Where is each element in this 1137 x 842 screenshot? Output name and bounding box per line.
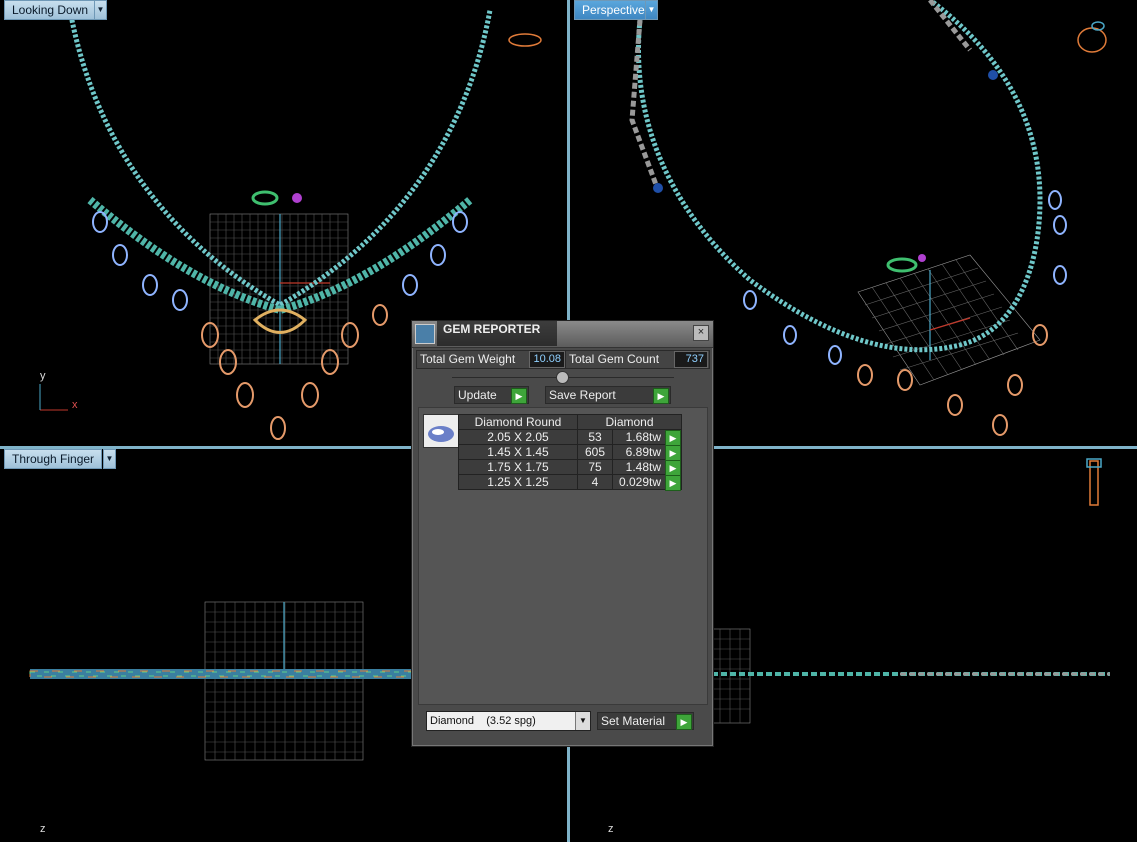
total-gem-weight-label: Total Gem Weight (420, 352, 516, 366)
material-select[interactable]: Diamond (3.52 spg) ▼ (426, 711, 591, 731)
gem-table: Diamond Round Diamond 2.05 X 2.05 53 1.6… (458, 414, 682, 491)
close-icon[interactable]: × (693, 325, 709, 341)
axis-z-label: z (608, 823, 614, 835)
gem-count: 605 (577, 444, 613, 460)
chevron-down-icon[interactable]: ▼ (94, 0, 107, 20)
save-report-button[interactable]: Save Report ▶ (545, 386, 671, 404)
gem-weight-cell: 1.68tw ▶ (612, 429, 682, 446)
total-gem-weight-value: 10.08 (529, 351, 565, 368)
table-row[interactable]: 1.45 X 1.45 605 6.89tw ▶ (458, 444, 682, 461)
gem-reporter-titlebar[interactable]: GEM REPORTER × (412, 321, 713, 348)
gem-weight-cell: 1.48tw ▶ (612, 459, 682, 476)
gem-reporter-icon (415, 324, 435, 344)
gem-count: 53 (577, 429, 613, 445)
gem-count: 4 (577, 474, 613, 490)
set-material-button[interactable]: Set Material ▶ (597, 712, 694, 730)
gem-list-area: Diamond Round Diamond 2.05 X 2.05 53 1.6… (418, 407, 708, 705)
total-gem-count-row: Total Gem Count 737 (565, 350, 710, 369)
gem-weight-cell: 6.89tw ▶ (612, 444, 682, 461)
header-material: Diamond (577, 414, 682, 430)
set-material-label: Set Material (601, 714, 666, 728)
update-label: Update (458, 388, 497, 402)
gem-count: 75 (577, 459, 613, 475)
gem-size: 2.05 X 2.05 (458, 429, 578, 445)
total-gem-count-value: 737 (674, 351, 708, 368)
gem-size: 1.25 X 1.25 (458, 474, 578, 490)
play-arrow-icon[interactable]: ▶ (676, 714, 692, 730)
viewport-label-perspective[interactable]: Perspective (574, 0, 653, 20)
viewport-label-looking-down[interactable]: Looking Down (4, 0, 97, 20)
gem-weight: 0.029tw (618, 475, 661, 489)
header-shape: Diamond Round (458, 414, 578, 430)
total-gem-count-label: Total Gem Count (569, 352, 660, 366)
gem-weight-cell: 0.029tw ▶ (612, 474, 682, 491)
save-report-label: Save Report (549, 388, 616, 402)
axis-y-label: y (40, 370, 46, 382)
gem-reporter-title: GEM REPORTER (443, 322, 541, 336)
total-gem-weight-row: Total Gem Weight 10.08 (416, 350, 567, 369)
play-arrow-icon[interactable]: ▶ (653, 388, 669, 404)
table-row[interactable]: 1.25 X 1.25 4 0.029tw ▶ (458, 474, 682, 491)
update-button[interactable]: Update ▶ (454, 386, 529, 404)
play-arrow-icon[interactable]: ▶ (665, 475, 681, 491)
gem-size: 1.45 X 1.45 (458, 444, 578, 460)
chevron-down-icon[interactable]: ▼ (103, 449, 116, 469)
gem-size: 1.75 X 1.75 (458, 459, 578, 475)
play-arrow-icon[interactable]: ▶ (511, 388, 527, 404)
gem-weight: 1.48tw (625, 460, 661, 474)
splitter-handle[interactable] (556, 371, 569, 384)
table-row[interactable]: 1.75 X 1.75 75 1.48tw ▶ (458, 459, 682, 476)
chevron-down-icon[interactable]: ▼ (575, 712, 590, 730)
axis-z-label: z (40, 823, 46, 835)
gem-weight: 6.89tw (625, 445, 661, 459)
gem-table-header: Diamond Round Diamond (458, 414, 682, 430)
gem-reporter-panel: GEM REPORTER × Total Gem Weight 10.08 To… (411, 320, 714, 747)
table-row[interactable]: 2.05 X 2.05 53 1.68tw ▶ (458, 429, 682, 446)
material-select-value: Diamond (3.52 spg) (430, 715, 536, 727)
gem-weight: 1.68tw (625, 430, 661, 444)
chevron-down-icon[interactable]: ▼ (645, 0, 658, 20)
axis-x-label: x (72, 399, 78, 411)
viewport-label-through-finger[interactable]: Through Finger (4, 449, 103, 469)
diamond-round-thumbnail[interactable] (423, 414, 459, 448)
